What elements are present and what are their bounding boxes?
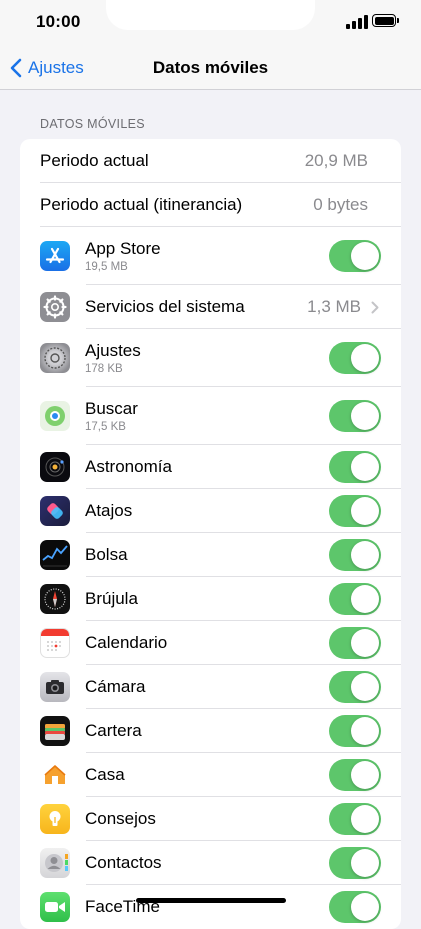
navigation-bar: Ajustes Datos móviles: [0, 46, 421, 90]
app-row-home: Casa: [20, 753, 401, 797]
app-name: Ajustes: [85, 341, 141, 360]
facetime-toggle[interactable]: [329, 891, 381, 923]
app-row-app-store: App Store 19,5 MB: [20, 227, 401, 285]
section-header: DATOS MÓVILES: [40, 117, 145, 131]
app-row-wallet: Cartera: [20, 709, 401, 753]
app-name: Calendario: [85, 633, 168, 652]
usage-label: Periodo actual (itinerancia): [40, 195, 243, 214]
cellular-signal-icon: [346, 15, 368, 29]
wallet-toggle[interactable]: [329, 715, 381, 747]
stocks-toggle[interactable]: [329, 539, 381, 571]
home-indicator: [136, 898, 286, 903]
contacts-icon: [40, 848, 70, 878]
battery-icon: [372, 14, 399, 27]
app-row-tips: Consejos: [20, 797, 401, 841]
status-bar: 10:00: [0, 0, 421, 46]
app-name: Buscar: [85, 399, 138, 418]
app-row-find-my: Buscar 17,5 KB: [20, 387, 401, 445]
settings-app-icon: [40, 343, 70, 373]
usage-row-current-period: Periodo actual 20,9 MB: [20, 139, 401, 183]
app-name: Cámara: [85, 677, 146, 696]
app-usage: 19,5 MB: [85, 261, 128, 273]
app-usage: 17,5 KB: [85, 421, 126, 433]
calendar-toggle[interactable]: [329, 627, 381, 659]
usage-value: 0 bytes: [313, 195, 368, 214]
app-row-contacts: Contactos: [20, 841, 401, 885]
app-name: Consejos: [85, 809, 156, 828]
settings-toggle[interactable]: [329, 342, 381, 374]
app-name: Cartera: [85, 721, 142, 740]
calendar-icon: [40, 628, 70, 658]
app-row-settings: Ajustes 178 KB: [20, 329, 401, 387]
gear-icon: [40, 292, 70, 322]
contacts-toggle[interactable]: [329, 847, 381, 879]
tips-toggle[interactable]: [329, 803, 381, 835]
compass-icon: [40, 584, 70, 614]
usage-label: Periodo actual: [40, 151, 149, 170]
app-usage: 178 KB: [85, 363, 123, 375]
app-row-astronomy: Astronomía: [20, 445, 401, 489]
app-name: Astronomía: [85, 457, 172, 476]
find-my-toggle[interactable]: [329, 400, 381, 432]
camera-toggle[interactable]: [329, 671, 381, 703]
astronomy-toggle[interactable]: [329, 451, 381, 483]
compass-toggle[interactable]: [329, 583, 381, 615]
wallet-icon: [40, 716, 70, 746]
astronomy-icon: [40, 452, 70, 482]
app-row-compass: Brújula: [20, 577, 401, 621]
lightbulb-icon: [40, 804, 70, 834]
app-row-facetime: FaceTime: [20, 885, 401, 929]
app-usage: 1,3 MB: [307, 297, 361, 316]
notch: [106, 0, 315, 30]
app-store-icon: [40, 241, 70, 271]
app-name: Bolsa: [85, 545, 128, 564]
app-row-stocks: Bolsa: [20, 533, 401, 577]
chevron-right-icon: [371, 301, 379, 313]
home-toggle[interactable]: [329, 759, 381, 791]
app-row-system-services[interactable]: Servicios del sistema 1,3 MB: [20, 285, 401, 329]
shortcuts-icon: [40, 496, 70, 526]
camera-icon: [40, 672, 70, 702]
facetime-icon: [40, 892, 70, 922]
app-row-shortcuts: Atajos: [20, 489, 401, 533]
app-name: App Store: [85, 239, 161, 258]
find-my-icon: [40, 401, 70, 431]
page-title: Datos móviles: [152, 58, 269, 77]
app-row-camera: Cámara: [20, 665, 401, 709]
stocks-icon: [40, 540, 70, 570]
usage-row-roaming: Periodo actual (itinerancia) 0 bytes: [20, 183, 401, 227]
usage-value: 20,9 MB: [304, 151, 368, 170]
app-name: Casa: [85, 765, 125, 784]
status-time: 10:00: [36, 12, 81, 31]
app-store-toggle[interactable]: [329, 240, 381, 272]
app-name: Servicios del sistema: [85, 297, 245, 316]
cellular-data-list: Periodo actual 20,9 MB Periodo actual (i…: [20, 139, 401, 929]
shortcuts-toggle[interactable]: [329, 495, 381, 527]
app-row-calendar: Calendario: [20, 621, 401, 665]
home-icon: [40, 760, 70, 790]
app-name: Contactos: [85, 853, 162, 872]
app-name: Atajos: [85, 501, 133, 520]
app-name: Brújula: [85, 589, 138, 608]
